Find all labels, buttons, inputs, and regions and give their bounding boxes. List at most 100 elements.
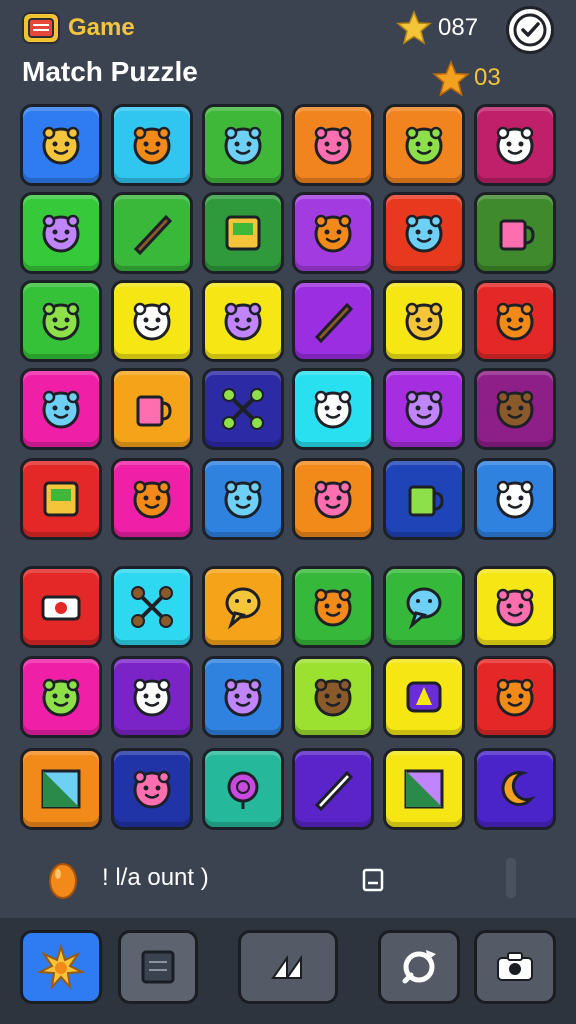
gray-bear-icon: [405, 302, 443, 341]
game-tile[interactable]: [474, 280, 556, 362]
game-tile[interactable]: [20, 566, 102, 648]
cupcake-icon: [499, 219, 535, 251]
game-tile[interactable]: [474, 748, 556, 830]
game-tile[interactable]: [474, 566, 556, 648]
star-icon: [396, 10, 432, 45]
game-tile[interactable]: [292, 280, 375, 362]
game-tile[interactable]: [110, 280, 193, 362]
game-tile[interactable]: [110, 656, 193, 738]
mouse-icon: [314, 588, 352, 627]
frog-face-icon: [496, 480, 534, 519]
refresh-button[interactable]: [378, 930, 460, 1004]
game-tile[interactable]: [20, 280, 102, 362]
mushroom-creature-icon: [42, 126, 80, 165]
game-tile[interactable]: [474, 104, 556, 186]
game-tile[interactable]: [201, 104, 284, 186]
mug-icon: [408, 485, 444, 517]
rewind-icon: [271, 954, 302, 979]
game-tile[interactable]: [474, 458, 556, 540]
pink-blob-icon: [314, 390, 352, 429]
refresh-icon: [402, 950, 436, 984]
bottom-toolbar: [0, 918, 576, 1024]
top-bar: Game Match Puzzle 087 03: [0, 0, 576, 100]
moves-value: 03: [474, 64, 501, 91]
timer-button[interactable]: [506, 6, 554, 54]
game-tile[interactable]: [201, 368, 284, 450]
white-cat-icon: [42, 390, 80, 429]
game-tile[interactable]: [383, 368, 466, 450]
corgi-face-icon: [133, 480, 171, 519]
game-tile[interactable]: [110, 748, 193, 830]
game-tile[interactable]: [110, 368, 193, 450]
moon-icon: [501, 771, 536, 806]
game-tile[interactable]: [110, 566, 193, 648]
star-icon: [432, 60, 470, 97]
paper-plane-icon: [315, 770, 354, 812]
app-logo-icon[interactable]: [22, 12, 60, 44]
yellow-blob-icon: [133, 126, 171, 165]
egg-icon: [49, 863, 77, 899]
pencil-icon: [133, 214, 172, 256]
molecule-icon: [130, 586, 173, 628]
game-tile[interactable]: [474, 656, 556, 738]
game-tile[interactable]: [20, 748, 102, 830]
game-tile[interactable]: [292, 566, 375, 648]
game-tile[interactable]: [201, 656, 284, 738]
bucket-icon: [136, 395, 172, 427]
letter-a-block-icon: [406, 681, 442, 713]
blue-cat-icon: [314, 214, 352, 253]
squid-icon: [42, 302, 80, 341]
game-tile[interactable]: [292, 368, 375, 450]
orange-blob-icon: [496, 302, 534, 341]
game-tile[interactable]: [292, 192, 375, 274]
rewind-button[interactable]: [238, 930, 338, 1004]
game-tile[interactable]: [110, 192, 193, 274]
game-tile[interactable]: [383, 656, 466, 738]
game-tile[interactable]: [201, 458, 284, 540]
bear-face-icon: [314, 126, 352, 165]
game-tile[interactable]: [383, 280, 466, 362]
burst-button[interactable]: [20, 930, 102, 1004]
game-tile[interactable]: [292, 458, 375, 540]
camera-button[interactable]: [474, 930, 556, 1004]
game-tile[interactable]: [292, 104, 375, 186]
speech-bubble-brown-icon: [225, 587, 261, 630]
pink-pig-icon: [314, 678, 352, 717]
game-tile[interactable]: [110, 458, 193, 540]
game-tile[interactable]: [383, 104, 466, 186]
status-bar: ! l/a ount ): [0, 850, 576, 910]
game-tile[interactable]: [383, 566, 466, 648]
game-tile[interactable]: [474, 368, 556, 450]
page-title: Match Puzzle: [22, 56, 198, 87]
pink-bear-icon: [42, 678, 80, 717]
camera-icon: [497, 952, 533, 981]
game-tile[interactable]: [20, 192, 102, 274]
pink-diamond-icon: [404, 769, 444, 809]
game-tile[interactable]: [383, 192, 466, 274]
game-tile[interactable]: [474, 192, 556, 274]
game-tile[interactable]: [20, 458, 102, 540]
game-tile[interactable]: [383, 458, 466, 540]
green-frame-face-icon: [225, 215, 261, 251]
game-tile[interactable]: [201, 192, 284, 274]
game-tile[interactable]: [292, 656, 375, 738]
yellow-lion-icon: [133, 770, 171, 809]
game-tile[interactable]: [201, 748, 284, 830]
green-triangle-icon: [41, 769, 81, 809]
game-tile[interactable]: [201, 566, 284, 648]
game-tile[interactable]: [20, 368, 102, 450]
board-button[interactable]: [118, 930, 198, 1004]
camera-icon: [41, 595, 81, 621]
leaf-icon: [315, 302, 354, 344]
blue-bear-icon: [224, 678, 262, 717]
game-tile[interactable]: [110, 104, 193, 186]
lion-face-icon: [133, 678, 171, 717]
game-tile[interactable]: [292, 748, 375, 830]
fox-face-icon: [405, 214, 443, 253]
game-tile[interactable]: [383, 748, 466, 830]
orange-cat-icon: [496, 678, 534, 717]
game-tile[interactable]: [20, 656, 102, 738]
document-icon[interactable]: [362, 868, 384, 892]
game-tile[interactable]: [201, 280, 284, 362]
game-tile[interactable]: [20, 104, 102, 186]
